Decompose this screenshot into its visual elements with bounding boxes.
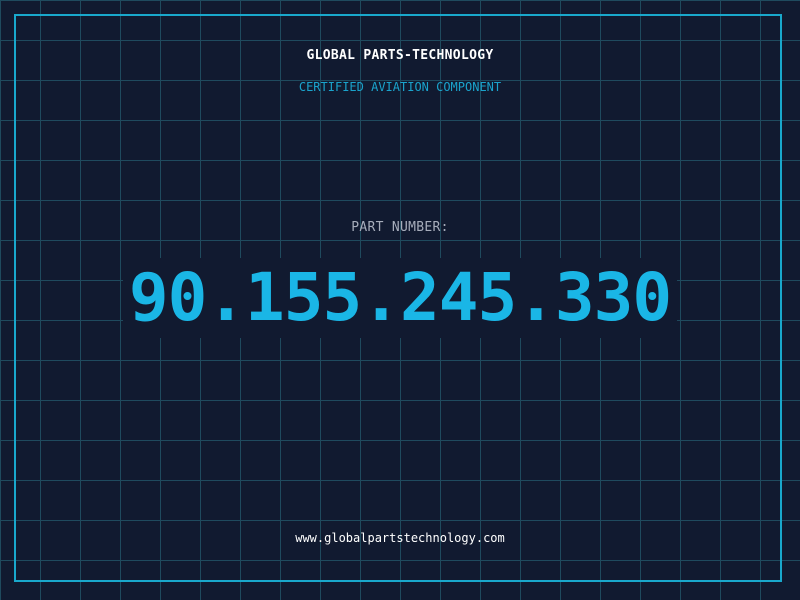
certification-subtitle: CERTIFIED AVIATION COMPONENT bbox=[298, 80, 502, 94]
part-number-value: 90.155.245.330 bbox=[122, 258, 678, 338]
part-number-label: PART NUMBER: bbox=[351, 220, 449, 235]
brand-title: GLOBAL PARTS-TECHNOLOGY bbox=[306, 48, 494, 63]
website-url: www.globalpartstechnology.com bbox=[295, 531, 505, 545]
part-number-container: 90.155.245.330 bbox=[0, 258, 800, 338]
part-card: GLOBAL PARTS-TECHNOLOGY CERTIFIED AVIATI… bbox=[0, 0, 800, 600]
